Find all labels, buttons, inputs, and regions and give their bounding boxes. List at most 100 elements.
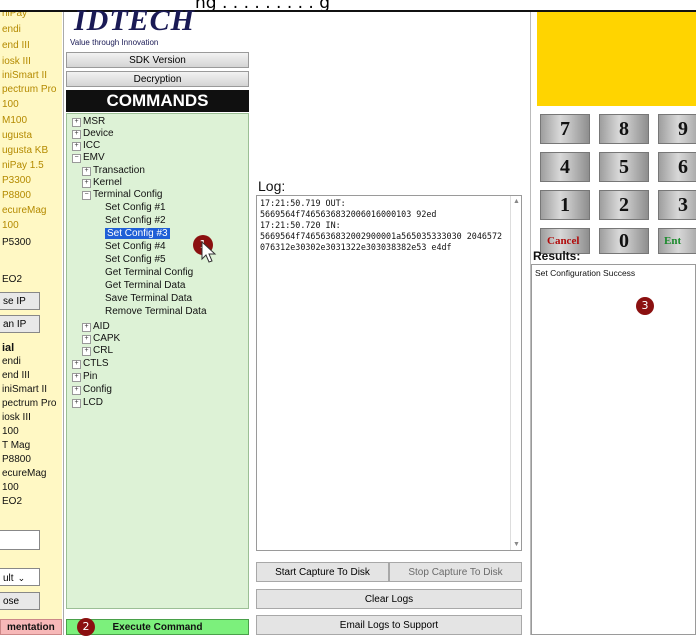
stop-capture-button[interactable]: Stop Capture To Disk (389, 562, 522, 582)
key-8[interactable]: 8 (599, 114, 649, 144)
serial-device-item[interactable]: end III (2, 370, 30, 381)
device-item[interactable]: endi (2, 24, 21, 35)
serial-device-item[interactable]: iosk III (2, 412, 31, 423)
serial-device-item[interactable]: EO2 (2, 496, 22, 507)
expand-icon[interactable]: + (72, 399, 81, 408)
device-item[interactable]: P8800 (2, 190, 31, 201)
scroll-up-icon[interactable]: ▲ (513, 198, 520, 205)
logo-tagline: Value through Innovation (70, 38, 159, 47)
device-item[interactable]: P3300 (2, 175, 31, 186)
serial-device-item[interactable]: iniSmart II (2, 384, 47, 395)
use-ip-button[interactable]: se IP (0, 292, 40, 310)
expand-icon[interactable]: + (72, 118, 81, 127)
device-item[interactable]: pectrum Pro (2, 84, 56, 95)
expand-icon[interactable]: + (82, 167, 91, 176)
tree-node-transaction[interactable]: + Transaction (82, 165, 145, 177)
expand-icon[interactable]: + (72, 360, 81, 369)
expand-icon[interactable]: + (82, 347, 91, 356)
tree-node-set-config-2[interactable]: Set Config #2 (105, 215, 166, 227)
device-list-strip: niPay endi end III iosk III iniSmart II … (0, 12, 62, 635)
log-textbox[interactable]: 17:21:50.719 OUT: 5669564f74656368320060… (256, 195, 522, 551)
collapse-icon[interactable]: − (72, 154, 81, 163)
device-item[interactable]: 100 (2, 99, 19, 110)
tree-node-pin[interactable]: + Pin (72, 371, 97, 383)
device-item[interactable]: ugusta KB (2, 145, 48, 156)
device-item[interactable]: ugusta (2, 130, 32, 141)
tree-node-capk[interactable]: + CAPK (82, 333, 120, 345)
tree-node-set-config-5[interactable]: Set Config #5 (105, 254, 166, 266)
commands-header: COMMANDS (66, 90, 249, 112)
scroll-down-icon[interactable]: ▼ (513, 541, 520, 548)
key-9[interactable]: 9 (658, 114, 696, 144)
tree-node-config[interactable]: + Config (72, 384, 112, 396)
device-item[interactable]: end III (2, 40, 30, 51)
serial-device-item[interactable]: 100 (2, 482, 19, 493)
tree-node-kernel[interactable]: + Kernel (82, 177, 122, 189)
expand-icon[interactable]: + (72, 386, 81, 395)
key-7[interactable]: 7 (540, 114, 590, 144)
baud-select-value: ult (3, 573, 14, 584)
documentation-button[interactable]: mentation (0, 619, 62, 635)
tree-node-device[interactable]: + Device (72, 128, 114, 140)
tree-node-get-terminal-data[interactable]: Get Terminal Data (105, 280, 185, 292)
decryption-button[interactable]: Decryption (66, 71, 249, 87)
command-tree[interactable]: + MSR + Device + ICC − EMV + Transaction + Ker… (66, 113, 249, 609)
log-line: 5669564f7465636832006016000103 92ed (260, 209, 437, 219)
log-line: 17:21:50.720 IN: (260, 220, 341, 230)
serial-device-item[interactable]: T Mag (2, 440, 30, 451)
tree-node-set-config-1[interactable]: Set Config #1 (105, 202, 166, 214)
device-item[interactable]: iniSmart II (2, 70, 47, 81)
serial-device-item[interactable]: P8800 (2, 454, 31, 465)
clear-logs-button[interactable]: Clear Logs (256, 589, 522, 609)
key-4[interactable]: 4 (540, 152, 590, 182)
key-enter[interactable]: Ent (658, 228, 696, 254)
tree-node-icc[interactable]: + ICC (72, 140, 100, 152)
key-0[interactable]: 0 (599, 228, 649, 254)
serial-device-item[interactable]: 100 (2, 426, 19, 437)
tree-node-terminal-config[interactable]: − Terminal Config (82, 189, 162, 201)
device-item[interactable]: EO2 (2, 274, 22, 285)
expand-icon[interactable]: + (82, 335, 91, 344)
collapse-icon[interactable]: − (82, 191, 91, 200)
tree-node-remove-terminal-data[interactable]: Remove Terminal Data (105, 306, 207, 318)
device-item[interactable]: 100 (2, 220, 19, 231)
expand-icon[interactable]: + (82, 179, 91, 188)
key-2[interactable]: 2 (599, 190, 649, 220)
device-item[interactable]: ecureMag (2, 205, 46, 216)
results-textbox[interactable]: Set Configuration Success (531, 264, 696, 635)
start-capture-button[interactable]: Start Capture To Disk (256, 562, 389, 582)
serial-device-item[interactable]: ecureMag (2, 468, 46, 479)
tree-node-crl[interactable]: + CRL (82, 345, 113, 357)
port-input[interactable] (0, 530, 40, 550)
expand-icon[interactable]: + (72, 373, 81, 382)
tree-node-lcd[interactable]: + LCD (72, 397, 103, 409)
expand-icon[interactable]: + (72, 142, 81, 151)
device-item[interactable]: niPay (2, 12, 27, 19)
key-5[interactable]: 5 (599, 152, 649, 182)
device-item[interactable]: iosk III (2, 56, 31, 67)
key-1[interactable]: 1 (540, 190, 590, 220)
tree-node-save-terminal-data[interactable]: Save Terminal Data (105, 293, 192, 305)
expand-icon[interactable]: + (82, 323, 91, 332)
sdk-version-button[interactable]: SDK Version (66, 52, 249, 68)
key-3[interactable]: 3 (658, 190, 696, 220)
serial-device-item[interactable]: endi (2, 356, 21, 367)
close-port-button[interactable]: ose (0, 592, 40, 610)
tree-node-emv[interactable]: − EMV (72, 152, 105, 164)
serial-device-item[interactable]: pectrum Pro (2, 398, 56, 409)
baud-select[interactable]: ult ⌄ (0, 568, 40, 586)
tree-node-get-terminal-config[interactable]: Get Terminal Config (105, 267, 193, 279)
device-item[interactable]: M100 (2, 115, 27, 126)
tree-node-ctls[interactable]: + CTLS (72, 358, 109, 370)
device-item[interactable]: niPay 1.5 (2, 160, 44, 171)
email-logs-button[interactable]: Email Logs to Support (256, 615, 522, 635)
tree-node-msr[interactable]: + MSR (72, 116, 105, 128)
tree-node-set-config-4[interactable]: Set Config #4 (105, 241, 166, 253)
scan-ip-button[interactable]: an IP (0, 315, 40, 333)
key-6[interactable]: 6 (658, 152, 696, 182)
device-item[interactable]: P5300 (2, 237, 31, 248)
expand-icon[interactable]: + (72, 130, 81, 139)
tree-node-set-config-3[interactable]: Set Config #3 (105, 228, 170, 240)
tree-node-aid[interactable]: + AID (82, 321, 110, 333)
log-scrollbar[interactable]: ▲ ▼ (510, 196, 522, 550)
